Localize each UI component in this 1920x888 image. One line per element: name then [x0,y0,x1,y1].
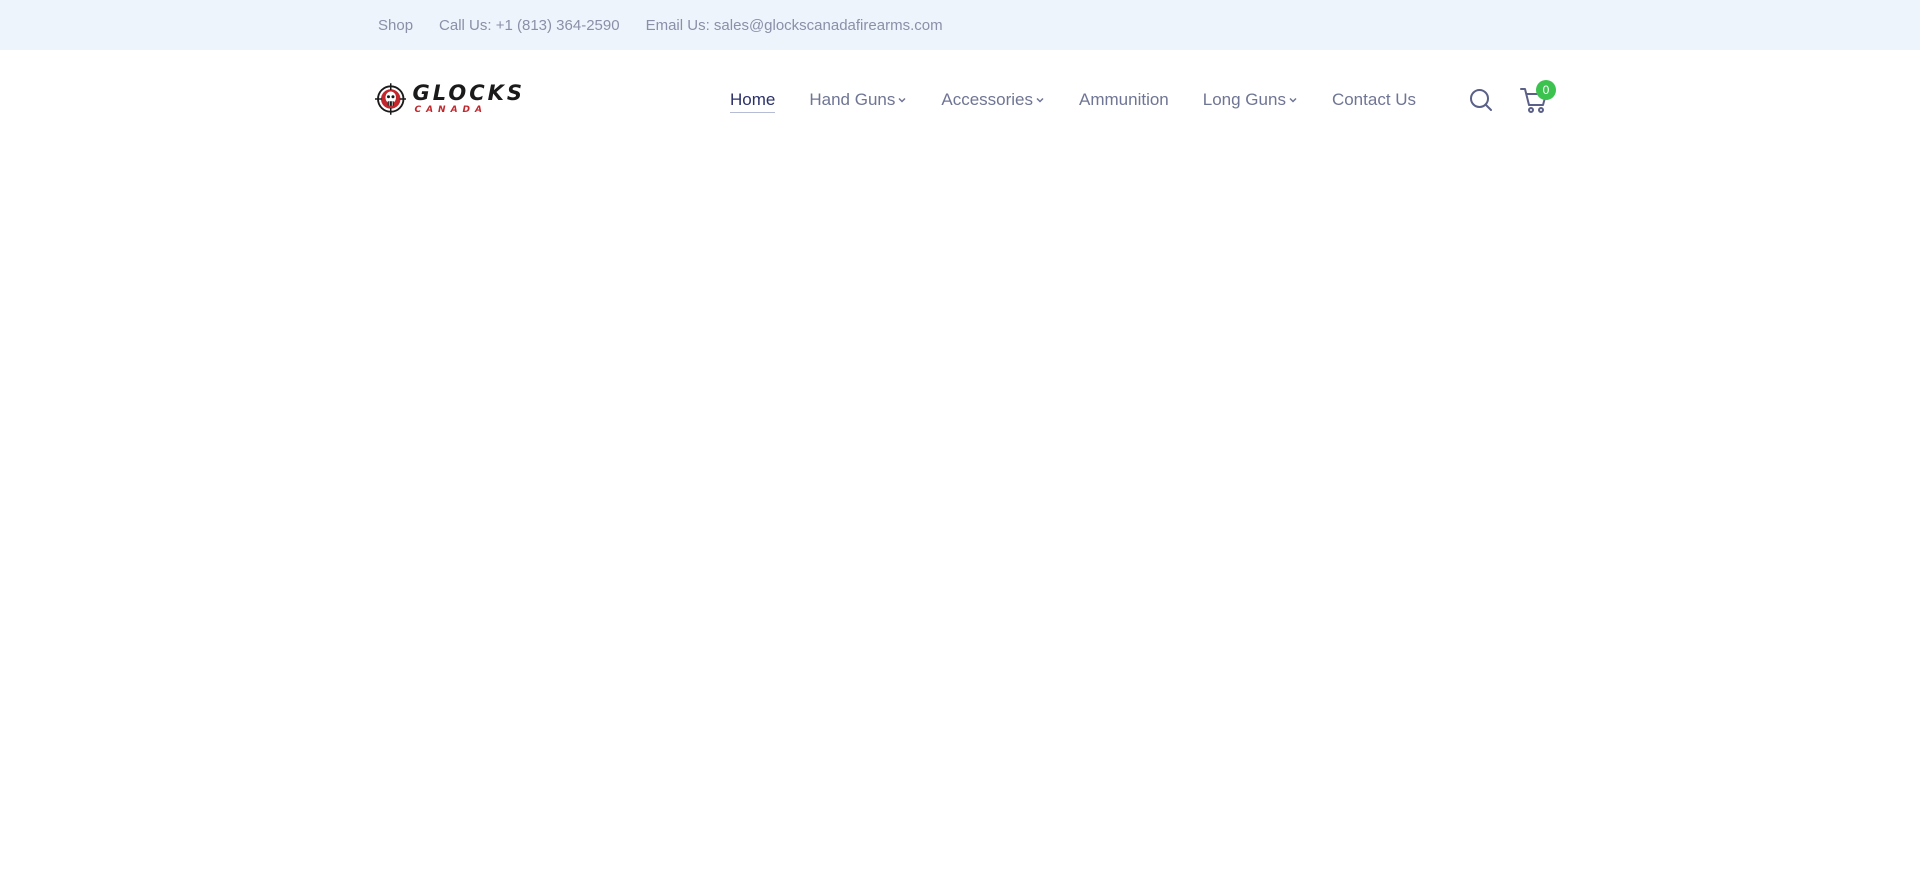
nav-item-label: Accessories [941,90,1033,109]
crosshair-skull-icon [375,83,407,115]
nav-item-long-guns[interactable]: Long Guns [1203,90,1298,110]
main-header: GLOCKS CANADA Home Hand Guns Accessories… [0,50,1920,150]
nav-item-accessories[interactable]: Accessories [941,90,1045,110]
top-bar: Shop Call Us: +1 (813) 364-2590 Email Us… [0,0,1920,50]
nav-item-ammunition[interactable]: Ammunition [1079,90,1169,110]
chevron-down-icon [1289,97,1297,103]
logo-sub-text: CANADA [414,105,487,115]
cart-count-badge: 0 [1536,80,1556,100]
email-link[interactable]: Email Us: sales@glockscanadafirearms.com [646,17,943,34]
nav-item-home[interactable]: Home [730,87,776,113]
chevron-down-icon [1036,97,1044,103]
logo-main-text: GLOCKS [412,81,525,105]
shop-link[interactable]: Shop [378,17,413,34]
nav-item-label: Long Guns [1202,90,1286,109]
logo-wordmark: GLOCKS CANADA [412,83,525,115]
nav-item-label: Contact Us [1331,90,1417,109]
nav-item-contact-us[interactable]: Contact Us [1332,90,1416,110]
site-logo[interactable]: GLOCKS CANADA [375,76,525,122]
chevron-down-icon [898,97,906,103]
nav-item-label: Home [730,90,776,113]
main-nav: Home Hand Guns Accessories Ammunition Lo… [730,50,1450,150]
search-button[interactable] [1468,87,1494,113]
phone-link[interactable]: Call Us: +1 (813) 364-2590 [439,17,620,34]
nav-item-label: Ammunition [1079,90,1169,109]
search-icon [1470,89,1492,111]
nav-item-hand-guns[interactable]: Hand Guns [809,90,907,110]
nav-item-label: Hand Guns [809,90,896,109]
top-bar-links: Shop Call Us: +1 (813) 364-2590 Email Us… [378,0,943,50]
